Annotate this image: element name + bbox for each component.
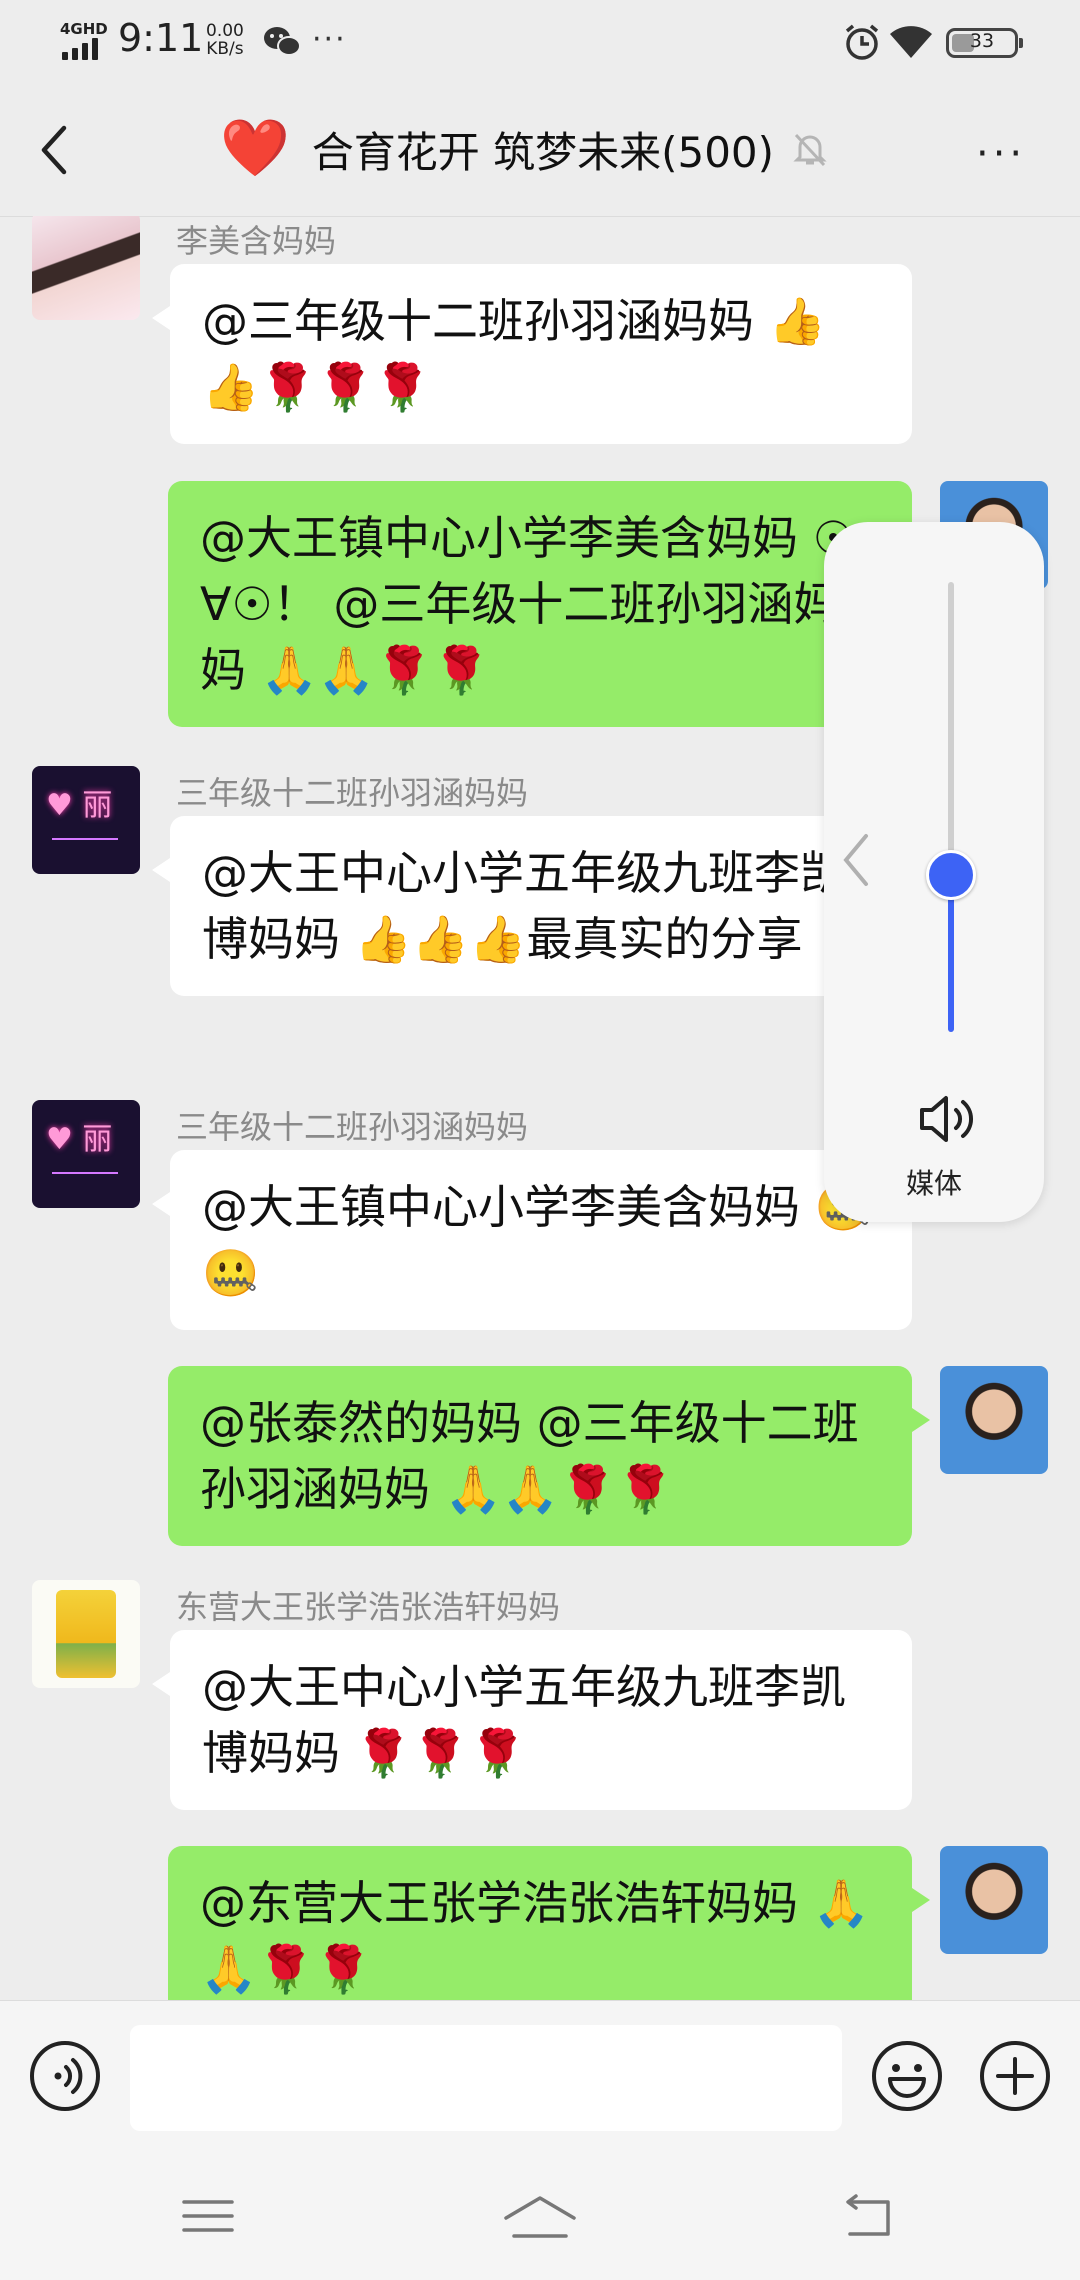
chat-header: ❤️ 合育花开 筑梦未来(500) ··· — [0, 84, 1080, 217]
network-speed: 0.00 KB/s — [206, 22, 244, 58]
battery-icon: 33 — [946, 28, 1023, 58]
sender-name: 李美含妈妈 — [176, 222, 337, 260]
status-time: 9:11 — [118, 16, 204, 60]
message-bubble[interactable]: @东营大王张学浩张浩轩妈妈 🙏🙏🌹🌹 — [168, 1846, 930, 2000]
neon-li-avatar[interactable]: ♥ 丽 — [32, 1100, 140, 1208]
status-bar: 4GHD 9:11 0.00 KB/s ··· 33 — [0, 0, 1080, 84]
message-bubble[interactable]: @大王镇中心小学李美含妈妈 ☉∀☉！ @三年级十二班孙羽涵妈妈 🙏🙏🌹🌹 — [168, 481, 930, 727]
neon-decor — [52, 1158, 118, 1174]
network-type: 4GHD — [60, 20, 108, 38]
message-input[interactable] — [130, 2025, 842, 2131]
volume-slider-track[interactable] — [948, 582, 954, 1032]
message-bubble[interactable]: @张泰然的妈妈 @三年级十二班孙羽涵妈妈 🙏🙏🌹🌹 — [168, 1366, 930, 1546]
woman-photo-avatar[interactable] — [940, 1366, 1048, 1474]
system-nav-bar — [0, 2150, 1080, 2280]
message-bubble[interactable]: @大王中心小学五年级九班李凯博妈妈 👍👍👍最真实的分享 — [152, 816, 912, 996]
chat-title: 合育花开 筑梦未来(500) — [311, 127, 775, 177]
network-speed-value: 0.00 — [206, 21, 244, 41]
emoji-icon[interactable] — [870, 2039, 944, 2113]
girl-photo-avatar[interactable] — [32, 216, 140, 320]
sender-name: 三年级十二班孙羽涵妈妈 — [176, 1108, 529, 1146]
sender-name: 三年级十二班孙羽涵妈妈 — [176, 774, 529, 812]
sender-name: 东营大王张学浩张浩轩妈妈 — [176, 1588, 561, 1626]
menu-icon[interactable] — [180, 2196, 236, 2236]
message-bubble[interactable]: @大王镇中心小学李美含妈妈 🤐🤐 — [152, 1150, 912, 1330]
speaker-icon[interactable] — [916, 1090, 980, 1148]
signal-icon: 4GHD — [58, 20, 108, 60]
product-bag-avatar[interactable] — [32, 1580, 140, 1688]
home-icon[interactable] — [500, 2192, 580, 2242]
wifi-icon — [890, 26, 932, 58]
neon-decor — [52, 824, 118, 840]
chat-title-group: ❤️ 合育花开 筑梦未来(500) — [220, 114, 830, 184]
woman-photo-avatar[interactable] — [940, 1846, 1048, 1954]
heart-icon: ❤️ — [220, 116, 290, 181]
expand-chevron-icon[interactable] — [836, 830, 876, 890]
battery-level: 33 — [969, 30, 995, 52]
status-more-icon: ··· — [312, 22, 347, 57]
voice-input-icon[interactable] — [28, 2039, 102, 2113]
back-arrow-icon[interactable] — [30, 120, 80, 180]
neon-li-text: ♥ 丽 — [46, 1122, 113, 1157]
volume-media-label: 媒体 — [905, 1167, 962, 1200]
network-speed-unit: KB/s — [206, 39, 244, 59]
plus-icon[interactable] — [978, 2039, 1052, 2113]
neon-li-avatar[interactable]: ♥ 丽 — [32, 766, 140, 874]
neon-li-text: ♥ 丽 — [46, 788, 113, 823]
mute-bell-icon — [793, 133, 827, 167]
message-bubble[interactable]: @三年级十二班孙羽涵妈妈 👍👍🌹🌹🌹 — [152, 264, 912, 444]
alarm-icon — [845, 24, 879, 60]
volume-panel: 媒体 — [824, 522, 1044, 1222]
message-bubble[interactable]: @大王中心小学五年级九班李凯博妈妈 🌹🌹🌹 — [152, 1630, 912, 1810]
more-options-icon[interactable]: ··· — [976, 134, 1026, 174]
input-bar — [0, 2000, 1080, 2151]
nav-back-icon[interactable] — [840, 2194, 896, 2240]
volume-slider-handle[interactable] — [926, 849, 976, 900]
product-bag — [56, 1590, 116, 1678]
wechat-icon — [264, 27, 301, 56]
